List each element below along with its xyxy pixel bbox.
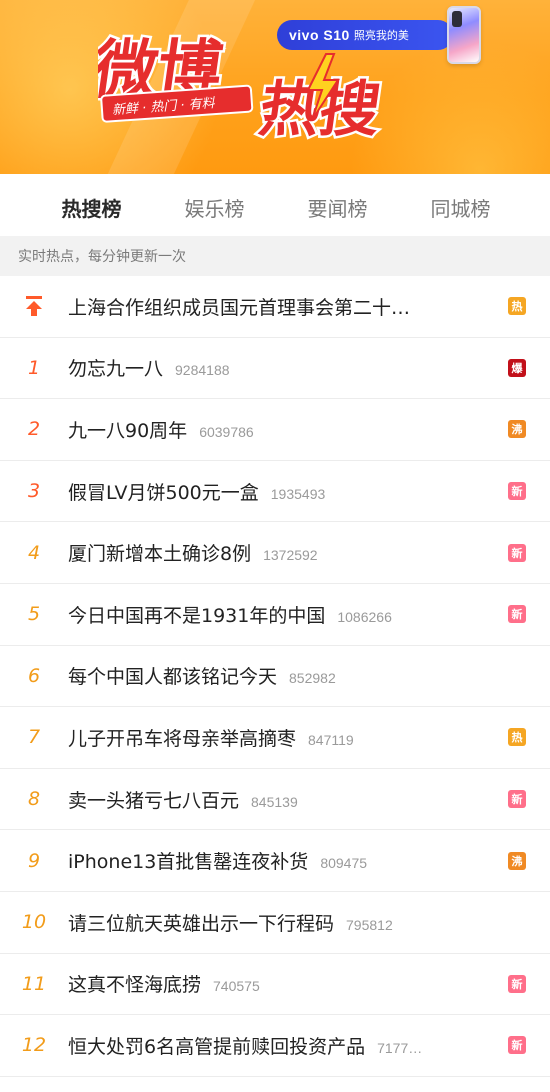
row-text: 上海合作组织成员国元首理事会第二十… <box>68 293 508 320</box>
status-badge: 沸 <box>508 851 526 870</box>
rank-number: 11 <box>21 972 47 995</box>
status-badge: 热 <box>508 297 526 316</box>
pin-to-top-icon <box>0 295 68 317</box>
rank-number: 9 <box>27 849 41 872</box>
row-text: 厦门新增本土确诊8例 1372592 <box>68 539 508 566</box>
status-badge: 沸 <box>508 420 526 439</box>
refresh-note-text: 实时热点，每分钟更新一次 <box>18 249 186 265</box>
status-badge: 爆 <box>508 358 526 377</box>
rank-number: 6 <box>27 664 41 687</box>
hot-search-title[interactable]: 这真不怪海底捞 <box>68 970 201 997</box>
ad-brand: vivo S10 <box>289 27 350 43</box>
row-text: 每个中国人都该铭记今天 852982 <box>68 662 508 689</box>
heat-count: 6039786 <box>199 423 254 440</box>
tab-3[interactable]: 同城榜 <box>399 193 522 222</box>
hot-search-title[interactable]: 每个中国人都该铭记今天 <box>68 662 277 689</box>
heat-count: 795812 <box>346 916 393 933</box>
heat-count: 847119 <box>308 731 354 748</box>
hot-search-title[interactable]: 儿子开吊车将母亲举高摘枣 <box>68 724 296 751</box>
status-badge: 新 <box>508 790 526 809</box>
rank-number: 1 <box>27 356 41 379</box>
tab-1[interactable]: 娱乐榜 <box>153 193 276 222</box>
hot-search-list: 上海合作组织成员国元首理事会第二十… 热 1 勿忘九一八 9284188 爆 2 九一八90周… <box>0 276 550 1077</box>
hot-search-row[interactable]: 4 厦门新增本土确诊8例 1372592 新 <box>0 522 550 584</box>
rank-number: 5 <box>27 603 41 626</box>
hot-search-row[interactable]: 1 勿忘九一八 9284188 爆 <box>0 338 550 400</box>
row-text: 勿忘九一八 9284188 <box>68 354 508 381</box>
ad-pill[interactable]: vivo S10 照亮我的美 <box>277 20 453 50</box>
heat-count: 9284188 <box>175 362 230 379</box>
hot-search-row[interactable]: 6 每个中国人都该铭记今天 852982 <box>0 646 550 708</box>
row-text: 今日中国再不是1931年的中国 1086266 <box>68 601 508 628</box>
hot-search-title[interactable]: 勿忘九一八 <box>68 354 163 381</box>
hot-search-row[interactable]: 5 今日中国再不是1931年的中国 1086266 新 <box>0 584 550 646</box>
rank-number: 2 <box>27 418 41 441</box>
row-text: 卖一头猪亏七八百元 845139 <box>68 786 508 813</box>
tab-0[interactable]: 热搜榜 <box>30 193 153 222</box>
status-badge: 热 <box>508 728 526 747</box>
tab-2[interactable]: 要闻榜 <box>276 193 399 222</box>
status-badge: 新 <box>508 482 526 501</box>
hot-search-row[interactable]: 8 卖一头猪亏七八百元 845139 新 <box>0 769 550 831</box>
hot-search-title[interactable]: 上海合作组织成员国元首理事会第二十… <box>68 293 410 320</box>
phone-image <box>447 6 481 64</box>
hot-search-banner: 微博 热搜 新鲜 · 热门 · 有料 vivo S10 照亮我的美 <box>0 0 550 174</box>
hot-search-title[interactable]: 请三位航天英雄出示一下行程码 <box>68 909 334 936</box>
heat-count: 852982 <box>289 670 336 687</box>
rank-number: 10 <box>21 911 47 934</box>
heat-count: 1372592 <box>263 547 318 564</box>
row-text: 假冒LV月饼500元一盒 1935493 <box>68 478 508 505</box>
ad-slogan: 照亮我的美 <box>353 30 409 42</box>
hot-search-row[interactable]: 7 儿子开吊车将母亲举高摘枣 847119 热 <box>0 707 550 769</box>
row-text: 恒大处罚6名高管提前赎回投资产品 7177… <box>68 1032 508 1059</box>
heat-count: 809475 <box>320 855 368 872</box>
row-text: 请三位航天英雄出示一下行程码 795812 <box>68 909 508 936</box>
heat-count: 1086266 <box>337 608 392 625</box>
heat-count: 1935493 <box>270 485 326 502</box>
rank-number: 3 <box>27 480 41 503</box>
ranking-tabs: 热搜榜 娱乐榜 要闻榜 同城榜 <box>0 174 550 236</box>
rank-number: 12 <box>21 1034 47 1057</box>
status-badge: 新 <box>508 974 526 993</box>
heat-count: 740575 <box>213 978 260 995</box>
status-badge: 新 <box>508 605 526 624</box>
hot-search-title[interactable]: 假冒LV月饼500元一盒 <box>68 478 259 505</box>
hot-search-title[interactable]: 卖一头猪亏七八百元 <box>68 786 239 813</box>
rank-number: 8 <box>27 788 41 811</box>
rank-number: 7 <box>27 726 41 749</box>
refresh-note: 实时热点，每分钟更新一次 <box>0 236 550 276</box>
hot-search-title[interactable]: 今日中国再不是1931年的中国 <box>68 601 325 628</box>
rank-number: 4 <box>27 541 41 564</box>
status-badge: 新 <box>508 543 526 562</box>
hot-search-title[interactable]: 九一八90周年 <box>68 416 187 443</box>
hot-search-row[interactable]: 3 假冒LV月饼500元一盒 1935493 新 <box>0 461 550 523</box>
heat-count: 845139 <box>251 793 298 810</box>
hot-search-row[interactable]: 12 恒大处罚6名高管提前赎回投资产品 7177… 新 <box>0 1015 550 1077</box>
row-text: 九一八90周年 6039786 <box>68 416 508 443</box>
hot-search-row[interactable]: 11 这真不怪海底捞 740575 新 <box>0 954 550 1016</box>
hot-search-row[interactable]: 10 请三位航天英雄出示一下行程码 795812 <box>0 892 550 954</box>
heat-count: 7177… <box>377 1039 423 1056</box>
status-badge: 新 <box>508 1036 526 1055</box>
hot-search-title[interactable]: iPhone13首批售罄连夜补货 <box>68 847 308 874</box>
hot-search-row[interactable]: 2 九一八90周年 6039786 沸 <box>0 399 550 461</box>
row-text: 这真不怪海底捞 740575 <box>68 970 508 997</box>
hot-search-row[interactable]: 9 iPhone13首批售罄连夜补货 809475 沸 <box>0 830 550 892</box>
hot-search-title[interactable]: 厦门新增本土确诊8例 <box>68 539 251 566</box>
row-text: 儿子开吊车将母亲举高摘枣 847119 <box>68 724 508 751</box>
row-text: iPhone13首批售罄连夜补货 809475 <box>68 847 508 874</box>
hot-search-row[interactable]: 上海合作组织成员国元首理事会第二十… 热 <box>0 276 550 338</box>
hot-search-title[interactable]: 恒大处罚6名高管提前赎回投资产品 <box>68 1032 365 1059</box>
